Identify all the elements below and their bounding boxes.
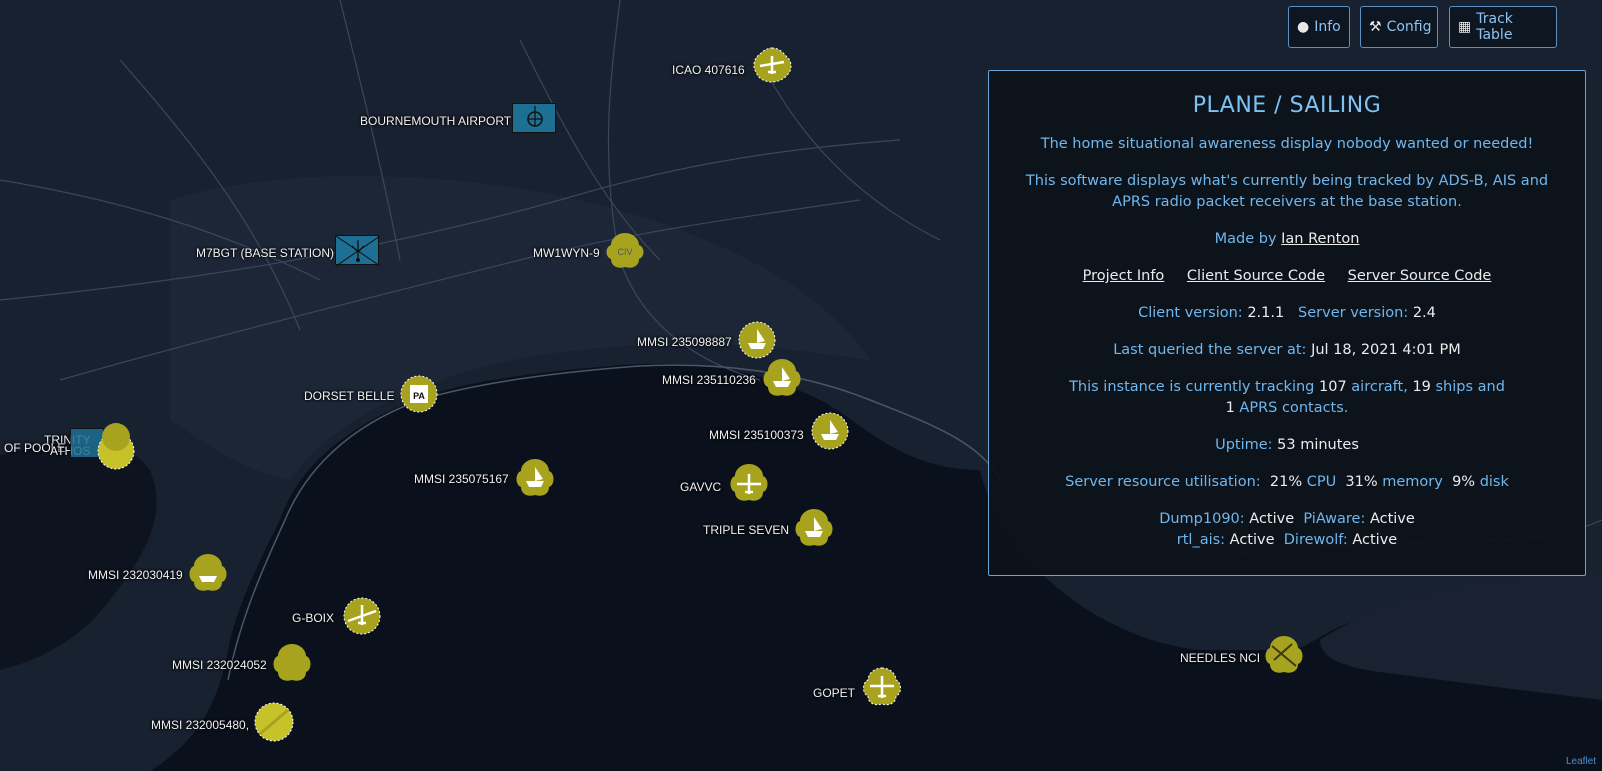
civ-marker-text: CIV — [617, 247, 632, 257]
antenna-icon — [335, 235, 381, 267]
uptime-value: 53 minutes — [1277, 437, 1359, 453]
info-button[interactable]: ● Info — [1288, 6, 1350, 48]
tracking-summary: This instance is currently tracking 107 … — [989, 377, 1585, 419]
track-label: MMSI 232030419 — [88, 568, 183, 582]
config-button-label: Config — [1386, 19, 1432, 35]
memory-label: memory — [1382, 474, 1443, 490]
resource-utilisation: Server resource utilisation: 21% CPU 31%… — [989, 472, 1585, 493]
service-name: Dump1090: — [1159, 511, 1245, 527]
client-version-label: Client version: — [1138, 305, 1243, 321]
pa-marker-text: PA — [413, 391, 425, 401]
info-panel: PLANE / SAILING The home situational awa… — [988, 70, 1586, 576]
ship-marker[interactable] — [735, 319, 779, 361]
track-label: GOPET — [813, 686, 856, 700]
base-station-label: M7BGT (BASE STATION) — [196, 246, 335, 260]
services-status: Dump1090: Active PiAware: Active rtl_ais… — [989, 509, 1585, 551]
last-queried-label: Last queried the server at: — [1113, 342, 1307, 358]
server-source-link[interactable]: Server Source Code — [1348, 268, 1492, 284]
aprs-marker[interactable] — [1262, 634, 1306, 676]
last-queried: Last queried the server at: Jul 18, 2021… — [989, 340, 1585, 361]
config-icon: ⚒ — [1369, 19, 1382, 35]
cpu-label: CPU — [1306, 474, 1337, 490]
ships-count: 19 — [1412, 379, 1431, 395]
cpu-value: 21% — [1269, 474, 1303, 490]
tracking-prefix: This instance is currently tracking — [1069, 379, 1315, 395]
ship-marker[interactable] — [92, 415, 140, 471]
aircraft-marker[interactable] — [860, 666, 904, 708]
base-station-marker[interactable] — [335, 235, 381, 267]
ship-marker[interactable] — [250, 700, 298, 744]
facility-label: BOURNEMOUTH AIRPORT — [360, 114, 512, 128]
track-label: GAVVC — [680, 480, 722, 494]
airport-icon — [527, 106, 543, 127]
aircraft-marker[interactable] — [340, 595, 384, 637]
versions: Client version: 2.1.1 Server version: 2.… — [989, 303, 1585, 324]
service-name: rtl_ais: — [1176, 532, 1226, 548]
service-status: Active — [1229, 532, 1275, 548]
aprs-label: APRS contacts. — [1239, 400, 1349, 416]
track-label: MMSI 235110236 — [662, 373, 756, 387]
track-label: MMSI 235075167 — [414, 472, 509, 486]
disk-value: 9% — [1452, 474, 1476, 490]
info-icon: ● — [1297, 19, 1310, 35]
ship-marker[interactable]: PA — [397, 373, 441, 415]
service-status: Active — [1369, 511, 1415, 527]
track-label: MMSI 232024052 — [172, 658, 267, 672]
track-label: MMSI 232005480, — [151, 718, 250, 732]
aircraft-marker[interactable] — [727, 462, 771, 504]
aircraft-label: aircraft, — [1351, 379, 1408, 395]
aprs-count: 1 — [1225, 400, 1235, 416]
config-button[interactable]: ⚒ Config — [1360, 6, 1438, 48]
service-name: PiAware: — [1303, 511, 1366, 527]
ship-marker[interactable] — [792, 507, 836, 549]
uptime-label: Uptime: — [1215, 437, 1273, 453]
track-table-icon: ▦ — [1458, 19, 1472, 35]
disk-label: disk — [1479, 474, 1509, 490]
track-label: DORSET BELLE — [304, 389, 395, 403]
ship-marker[interactable] — [513, 457, 557, 499]
made-by-prefix: Made by — [1214, 231, 1277, 247]
uptime: Uptime: 53 minutes — [989, 435, 1585, 456]
client-source-link[interactable]: Client Source Code — [1187, 268, 1325, 284]
memory-value: 31% — [1345, 474, 1378, 490]
aircraft-marker[interactable] — [750, 44, 794, 84]
service-status: Active — [1249, 511, 1295, 527]
track-table-button[interactable]: ▦ Track Table — [1449, 6, 1557, 48]
track-label: MW1WYN-9 — [533, 246, 600, 260]
service-status: Active — [1352, 532, 1398, 548]
links-row: Project Info Client Source Code Server S… — [989, 266, 1585, 287]
resource-label: Server resource utilisation: — [1065, 474, 1261, 490]
ship-marker[interactable] — [270, 642, 314, 684]
client-version: 2.1.1 — [1247, 305, 1285, 321]
track-label: NEEDLES NCI — [1180, 651, 1261, 665]
server-version-label: Server version: — [1298, 305, 1409, 321]
ship-marker[interactable] — [186, 552, 230, 594]
track-table-button-label: Track Table — [1476, 11, 1513, 43]
panel-title: PLANE / SAILING — [1192, 93, 1382, 118]
description: This software displays what's currently … — [1025, 173, 1549, 210]
track-label: MMSI 235098887 — [637, 335, 732, 349]
tagline: The home situational awareness display n… — [1040, 136, 1534, 152]
airport-marker[interactable] — [512, 103, 556, 133]
track-label: MMSI 235100373 — [709, 428, 804, 442]
leaflet-attribution-link[interactable]: Leaflet — [1566, 756, 1596, 767]
track-label: ICAO 407616 — [672, 63, 745, 77]
aprs-marker[interactable]: CIV — [603, 231, 647, 271]
server-version: 2.4 — [1412, 305, 1436, 321]
ships-label: ships and — [1435, 379, 1505, 395]
track-label: TRIPLE SEVEN — [703, 523, 790, 537]
ship-marker[interactable] — [760, 357, 804, 399]
service-name: Direwolf: — [1283, 532, 1348, 548]
info-button-label: Info — [1314, 19, 1341, 35]
last-queried-value: Jul 18, 2021 4:01 PM — [1311, 342, 1461, 358]
aircraft-count: 107 — [1319, 379, 1347, 395]
ship-marker[interactable] — [808, 410, 852, 452]
track-label: G-BOIX — [292, 611, 335, 625]
author-link[interactable]: Ian Renton — [1281, 231, 1359, 247]
project-info-link[interactable]: Project Info — [1083, 268, 1165, 284]
made-by: Made by Ian Renton — [989, 229, 1585, 250]
